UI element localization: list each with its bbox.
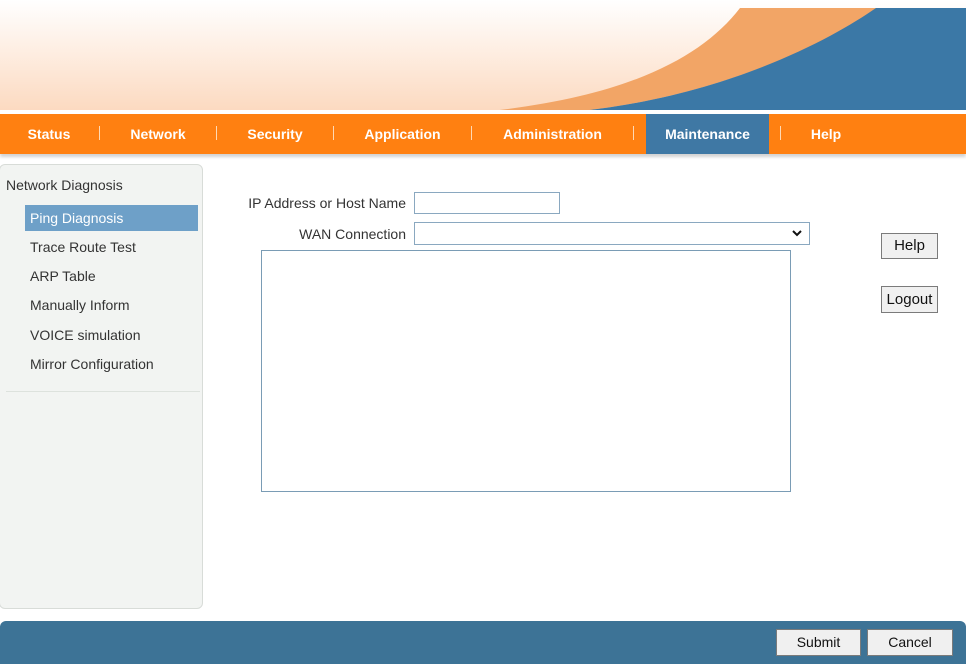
nav-divider bbox=[471, 126, 472, 140]
help-button[interactable]: Help bbox=[881, 233, 938, 259]
sidebar-title: Network Diagnosis bbox=[6, 177, 123, 193]
ip-address-input[interactable] bbox=[414, 192, 560, 214]
sidebar-item-voice-simulation[interactable]: VOICE simulation bbox=[25, 322, 198, 348]
wan-connection-select[interactable] bbox=[414, 222, 810, 245]
nav-application[interactable]: Application bbox=[336, 114, 469, 154]
chevron-down-icon bbox=[792, 230, 802, 237]
diagnosis-result-area[interactable] bbox=[261, 250, 791, 492]
nav-divider bbox=[780, 126, 781, 140]
nav-divider bbox=[333, 126, 334, 140]
sidebar-divider bbox=[6, 391, 200, 392]
nav-status[interactable]: Status bbox=[0, 114, 98, 154]
nav-maintenance[interactable]: Maintenance bbox=[646, 114, 769, 154]
wan-connection-label: WAN Connection bbox=[299, 226, 406, 242]
nav-network[interactable]: Network bbox=[102, 114, 214, 154]
cancel-button[interactable]: Cancel bbox=[867, 629, 953, 656]
nav-divider bbox=[99, 126, 100, 140]
sidebar: Network Diagnosis Ping Diagnosis Trace R… bbox=[0, 164, 203, 609]
ip-address-label: IP Address or Host Name bbox=[248, 195, 406, 211]
main-nav: Status Network Security Application Admi… bbox=[0, 114, 966, 154]
nav-security[interactable]: Security bbox=[219, 114, 331, 154]
nav-administration[interactable]: Administration bbox=[474, 114, 631, 154]
nav-divider bbox=[633, 126, 634, 140]
sidebar-item-mirror-configuration[interactable]: Mirror Configuration bbox=[25, 351, 198, 377]
sidebar-item-arp-table[interactable]: ARP Table bbox=[25, 263, 198, 289]
sidebar-item-trace-route-test[interactable]: Trace Route Test bbox=[25, 234, 198, 260]
nav-divider bbox=[216, 126, 217, 140]
submit-button[interactable]: Submit bbox=[776, 629, 861, 656]
logout-button[interactable]: Logout bbox=[881, 286, 938, 313]
nav-help[interactable]: Help bbox=[783, 114, 869, 154]
header-banner bbox=[0, 0, 966, 113]
sidebar-item-ping-diagnosis[interactable]: Ping Diagnosis bbox=[25, 205, 198, 231]
sidebar-item-manually-inform[interactable]: Manually Inform bbox=[25, 292, 198, 318]
